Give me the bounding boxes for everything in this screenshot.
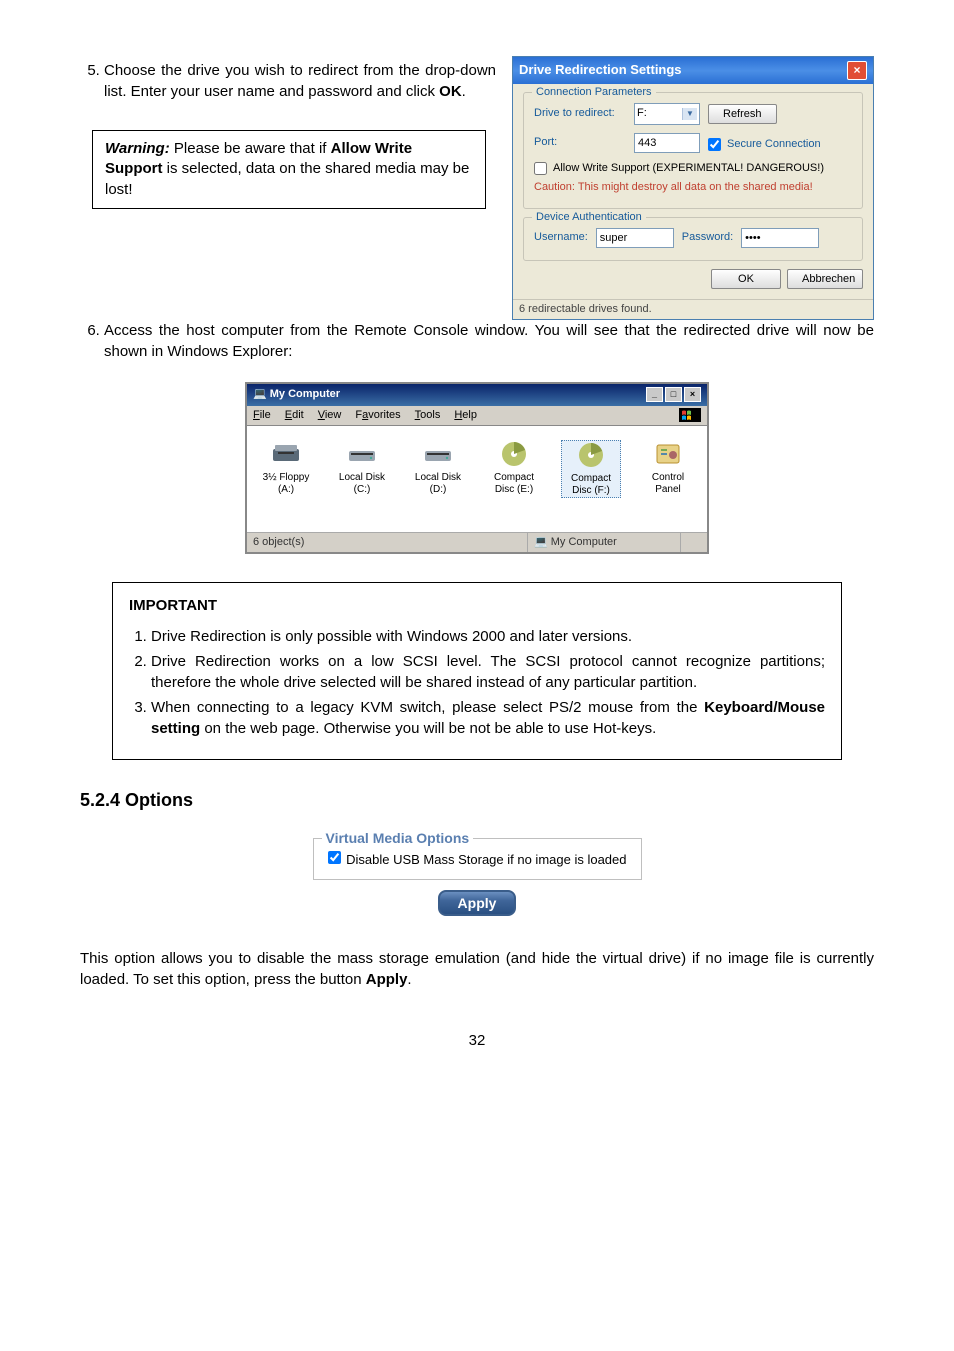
menu-view[interactable]: View <box>318 408 342 423</box>
password-label: Password: <box>682 230 733 245</box>
important-2: Drive Redirection works on a low SCSI le… <box>151 651 825 693</box>
hdd-icon <box>422 440 454 468</box>
connection-parameters-fieldset: Connection Parameters Drive to redirect:… <box>523 92 863 209</box>
i3-b: on the web page. Otherwise you will be n… <box>200 720 656 737</box>
floppy-label: 3½ Floppy (A:) <box>263 472 310 495</box>
control-panel-label: Control Panel <box>652 472 684 495</box>
step6-text: Access the host computer from the Remote… <box>104 320 874 362</box>
close-window-icon[interactable]: × <box>684 387 701 402</box>
explorer-status-bar: 6 object(s) 💻 My Computer <box>247 532 707 552</box>
chevron-down-icon: ▼ <box>682 108 697 119</box>
windows-flag-icon <box>679 408 701 422</box>
dialog-title-text: Drive Redirection Settings <box>519 61 682 79</box>
warning-a: Please be aware that if <box>170 140 331 157</box>
cd-icon <box>575 441 607 469</box>
username-input[interactable] <box>596 228 674 248</box>
apply-button[interactable]: Apply <box>438 890 517 916</box>
drive-select[interactable]: F: ▼ <box>634 103 700 125</box>
ok-button[interactable]: OK <box>711 269 781 289</box>
cancel-button[interactable]: Abbrechen <box>787 269 863 289</box>
disable-usb-checkbox[interactable] <box>328 851 341 864</box>
step5-text: Choose the drive you wish to redirect fr… <box>104 60 496 102</box>
drive-redirect-label: Drive to redirect: <box>534 106 626 121</box>
important-3: When connecting to a legacy KVM switch, … <box>151 697 825 739</box>
disable-usb-label: Disable USB Mass Storage if no image is … <box>346 852 626 867</box>
local-d-label: Local Disk (D:) <box>415 472 461 495</box>
secure-conn-checkbox[interactable] <box>708 138 721 151</box>
important-box: IMPORTANT Drive Redirection is only poss… <box>112 582 842 760</box>
cd-f-label: Compact Disc (F:) <box>571 473 611 496</box>
compact-disc-e-item[interactable]: Compact Disc (E:) <box>485 440 543 498</box>
bot-a: This option allows you to disable the ma… <box>80 950 874 988</box>
explorer-titlebar: 💻 My Computer _ □ × <box>247 384 707 405</box>
conn-legend: Connection Parameters <box>532 85 656 100</box>
menu-help[interactable]: Help <box>454 408 477 423</box>
explorer-title-text: My Computer <box>270 388 340 400</box>
cd-icon <box>498 440 530 468</box>
important-heading: IMPORTANT <box>129 595 825 616</box>
dialog-status: 6 redirectable drives found. <box>513 299 873 319</box>
menu-favorites[interactable]: Favorites <box>355 408 400 423</box>
control-panel-icon <box>652 440 684 468</box>
menu-bar: File Edit View Favorites Tools Help <box>247 406 707 426</box>
step5-a: Choose the drive you wish to redirect fr… <box>104 62 496 100</box>
vmo-legend: Virtual Media Options <box>322 829 474 849</box>
port-label: Port: <box>534 135 626 150</box>
explorer-window: 💻 My Computer _ □ × File Edit View Favor… <box>245 382 709 554</box>
minimize-icon[interactable]: _ <box>646 387 663 402</box>
compact-disc-f-item[interactable]: Compact Disc (F:) <box>561 440 621 498</box>
status-objects: 6 object(s) <box>247 533 528 552</box>
allow-write-checkbox[interactable] <box>534 162 547 175</box>
page-number: 32 <box>80 1030 874 1051</box>
caution-text: Caution: This might destroy all data on … <box>534 180 852 195</box>
vmo-check-row: Disable USB Mass Storage if no image is … <box>328 852 627 867</box>
menu-file[interactable]: File <box>253 408 271 423</box>
floppy-icon <box>270 440 302 468</box>
local-disk-c-item[interactable]: Local Disk (C:) <box>333 440 391 498</box>
floppy-drive-item[interactable]: 3½ Floppy (A:) <box>257 440 315 498</box>
warning-box: Warning: Please be aware that if Allow W… <box>92 130 486 209</box>
close-icon[interactable]: × <box>847 61 867 80</box>
maximize-icon[interactable]: □ <box>665 387 682 402</box>
bot-bold: Apply <box>366 971 408 988</box>
menu-edit[interactable]: Edit <box>285 408 304 423</box>
local-c-label: Local Disk (C:) <box>339 472 385 495</box>
password-input[interactable] <box>741 228 819 248</box>
device-auth-fieldset: Device Authentication Username: Password… <box>523 217 863 261</box>
resize-grip-icon <box>681 533 707 552</box>
step5-b: . <box>462 83 466 100</box>
hdd-icon <box>346 440 378 468</box>
vmo-fieldset: Virtual Media Options Disable USB Mass S… <box>313 838 642 880</box>
warning-label: Warning: <box>105 140 170 157</box>
important-1: Drive Redirection is only possible with … <box>151 626 825 647</box>
allow-write-label: Allow Write Support (EXPERIMENTAL! DANGE… <box>553 161 824 176</box>
refresh-button[interactable]: Refresh <box>708 104 777 124</box>
explorer-icons: 3½ Floppy (A:) Local Disk (C:) Local Dis… <box>247 426 707 532</box>
step5-bold: OK <box>439 83 462 100</box>
control-panel-item[interactable]: Control Panel <box>639 440 697 498</box>
drive-select-value: F: <box>637 106 647 121</box>
menu-tools[interactable]: Tools <box>415 408 441 423</box>
username-label: Username: <box>534 230 588 245</box>
secure-conn-label: Secure Connection <box>727 137 821 152</box>
bot-b: . <box>407 971 411 988</box>
drive-redirection-dialog: Drive Redirection Settings × Connection … <box>512 56 874 320</box>
dialog-titlebar: Drive Redirection Settings × <box>513 57 873 84</box>
section-heading: 5.2.4 Options <box>80 788 874 813</box>
auth-legend: Device Authentication <box>532 210 646 225</box>
cd-e-label: Compact Disc (E:) <box>494 472 534 495</box>
bottom-paragraph: This option allows you to disable the ma… <box>80 948 874 990</box>
port-input[interactable] <box>634 133 700 153</box>
status-location: 💻 My Computer <box>528 533 681 552</box>
i3-a: When connecting to a legacy KVM switch, … <box>151 699 704 716</box>
local-disk-d-item[interactable]: Local Disk (D:) <box>409 440 467 498</box>
